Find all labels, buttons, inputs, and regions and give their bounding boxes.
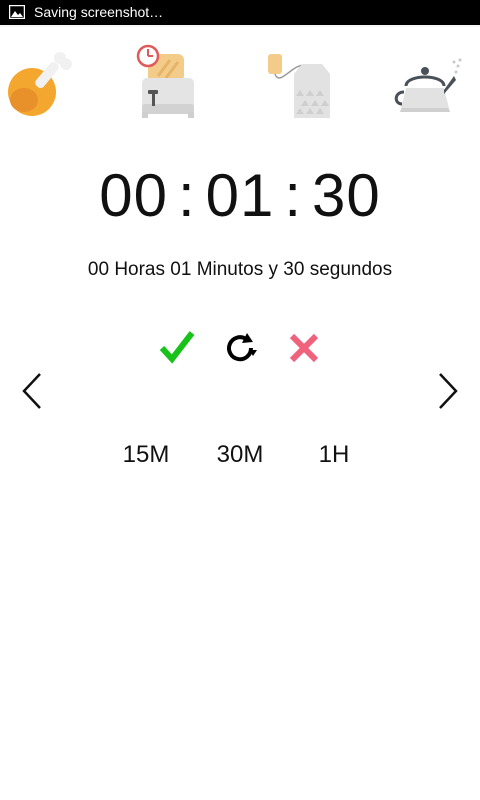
timer-minutes: 01 — [205, 162, 275, 229]
timer-description: 00 Horas 01 Minutos y 30 segundos — [87, 259, 393, 280]
timer-separator: : — [284, 162, 303, 229]
timer-display: 00:01:30 — [0, 160, 480, 232]
timer-separator: : — [177, 162, 196, 229]
preset-15m-button[interactable]: 15M — [106, 440, 186, 470]
preset-1h-button[interactable]: 1H — [294, 440, 374, 470]
tea-bag-icon[interactable] — [264, 40, 336, 122]
category-icon-row — [0, 40, 480, 122]
divider — [0, 25, 480, 27]
timer-seconds: 30 — [312, 162, 381, 229]
chevron-right-icon[interactable] — [432, 370, 462, 412]
status-notification-text: Saving screenshot… — [34, 4, 164, 20]
kettle-icon[interactable] — [394, 40, 464, 122]
toaster-icon[interactable] — [134, 40, 200, 122]
preset-30m-button[interactable]: 30M — [200, 440, 280, 470]
status-bar: Saving screenshot… — [0, 0, 480, 25]
chevron-left-icon[interactable] — [18, 370, 48, 412]
refresh-icon[interactable] — [220, 328, 260, 368]
image-icon — [8, 4, 26, 20]
chicken-leg-icon[interactable] — [4, 40, 74, 122]
timer-hours: 00 — [99, 162, 168, 229]
close-icon[interactable] — [284, 328, 324, 368]
check-icon[interactable] — [157, 328, 197, 368]
